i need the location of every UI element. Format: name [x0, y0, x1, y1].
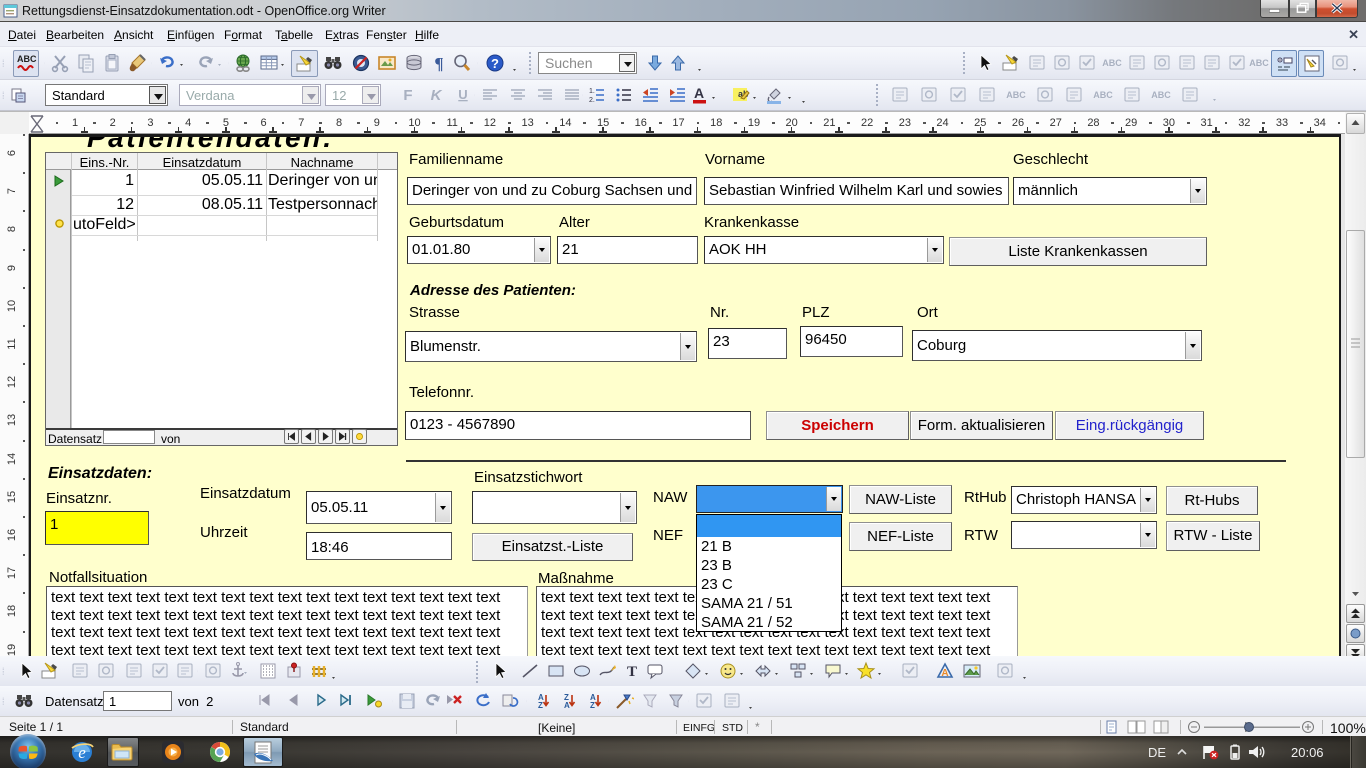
svg-text:A: A [694, 85, 704, 101]
svg-text:F: F [403, 87, 412, 104]
svg-text:ABC: ABC [1249, 58, 1269, 68]
svg-text:?: ? [491, 56, 499, 71]
svg-text:T: T [627, 664, 637, 680]
svg-text:¶: ¶ [434, 54, 443, 73]
svg-text:ABC: ABC [1006, 90, 1026, 100]
svg-text:1.: 1. [589, 88, 595, 95]
svg-text:U: U [458, 87, 467, 102]
svg-text:A: A [941, 668, 948, 679]
svg-text:ABC: ABC [1093, 90, 1113, 100]
svg-text:K: K [431, 87, 443, 104]
svg-text:Z: Z [590, 701, 595, 710]
svg-text:Z: Z [538, 701, 543, 710]
svg-text:ABC: ABC [1102, 58, 1122, 68]
svg-text:e: e [78, 743, 86, 762]
svg-text:ABC: ABC [1151, 90, 1171, 100]
svg-text:2.: 2. [589, 97, 595, 104]
